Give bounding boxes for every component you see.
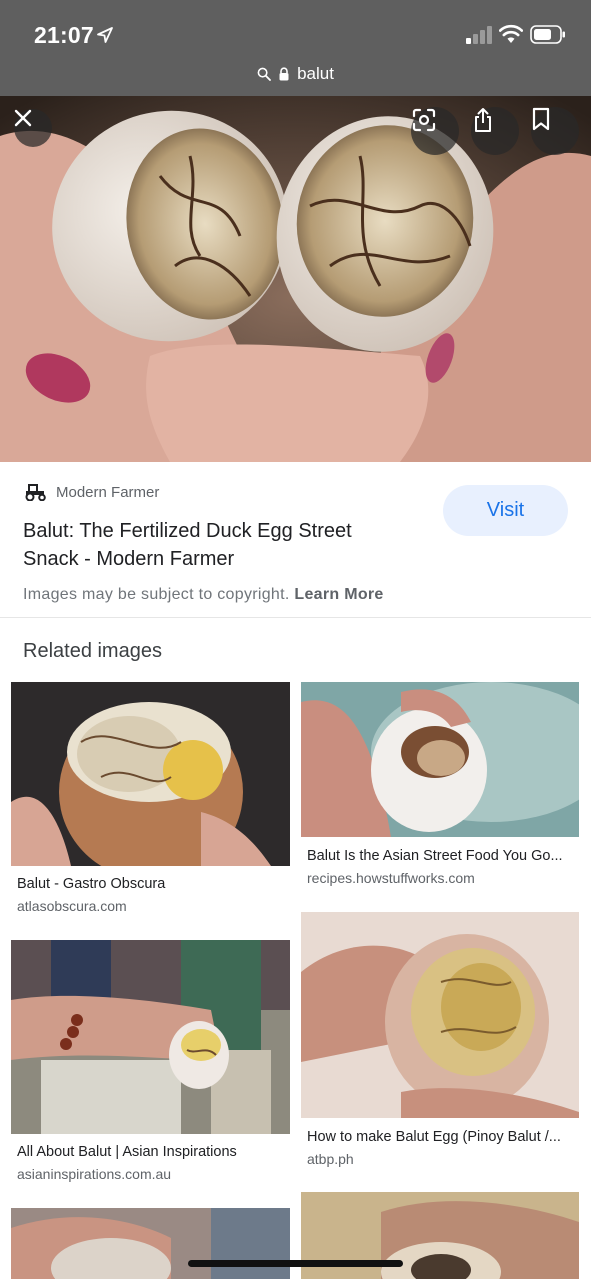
related-caption-1[interactable]: Balut - Gastro Obscura: [17, 876, 287, 892]
source-card: Modern Farmer Balut: The Fertilized Duck…: [0, 462, 591, 618]
related-image-2[interactable]: [301, 682, 579, 837]
home-indicator[interactable]: [188, 1260, 403, 1267]
source-row[interactable]: Modern Farmer: [23, 483, 159, 501]
location-arrow-icon: [97, 27, 113, 43]
result-title[interactable]: Balut: The Fertilized Duck Egg Street Sn…: [23, 517, 403, 573]
tractor-icon: [25, 484, 46, 501]
bookmark-button[interactable]: [531, 107, 579, 155]
bookmark-icon: [532, 107, 550, 131]
visit-button[interactable]: Visit: [443, 485, 568, 536]
hero-image[interactable]: [0, 96, 591, 462]
lens-button[interactable]: [411, 107, 459, 155]
lens-icon: [412, 108, 436, 132]
related-domain-4: atbp.ph: [307, 1151, 354, 1167]
wifi-icon: [499, 24, 523, 43]
status-time: 21:07: [34, 22, 94, 48]
url-text: balut: [297, 64, 334, 83]
related-image-4[interactable]: [301, 912, 579, 1118]
related-image-3[interactable]: [11, 940, 290, 1134]
balut-thumbnail: [11, 682, 290, 866]
close-button[interactable]: [14, 109, 52, 147]
copyright-text: Images may be subject to copyright.: [23, 586, 290, 603]
related-image-1[interactable]: [11, 682, 290, 866]
url-bar[interactable]: balut: [0, 60, 591, 88]
share-button[interactable]: [471, 107, 519, 155]
balut-thumbnail: [301, 682, 579, 837]
related-caption-2[interactable]: Balut Is the Asian Street Food You Go...: [307, 848, 577, 864]
close-icon: [14, 109, 32, 127]
learn-more-link[interactable]: Learn More: [294, 586, 383, 603]
related-image-5[interactable]: [11, 1208, 290, 1279]
search-icon: [257, 67, 271, 81]
related-images-heading: Related images: [23, 640, 162, 662]
balut-thumbnail: [11, 940, 290, 1134]
copyright-notice: Images may be subject to copyright. Lear…: [23, 586, 384, 604]
share-icon: [475, 108, 491, 132]
related-domain-1: atlasobscura.com: [17, 898, 127, 914]
cellular-signal-icon: [466, 26, 492, 44]
related-domain-2: recipes.howstuffworks.com: [307, 870, 475, 886]
related-caption-4[interactable]: How to make Balut Egg (Pinoy Balut /...: [307, 1129, 577, 1145]
balut-thumbnail: [11, 1208, 290, 1279]
source-name: Modern Farmer: [56, 483, 160, 501]
related-caption-3[interactable]: All About Balut | Asian Inspirations: [17, 1144, 287, 1160]
browser-top-bar: 21:07 balut: [0, 0, 591, 96]
battery-icon: [530, 25, 565, 44]
lock-icon: [279, 67, 289, 81]
balut-thumbnail: [301, 912, 579, 1118]
related-domain-3: asianinspirations.com.au: [17, 1166, 172, 1182]
